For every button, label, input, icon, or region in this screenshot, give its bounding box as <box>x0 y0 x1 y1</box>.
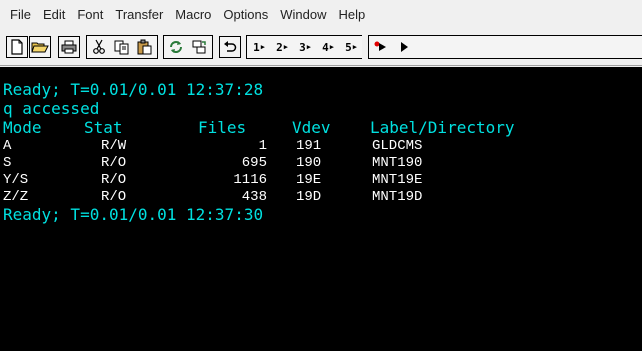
refresh-icon <box>170 41 182 53</box>
header-vdev: Vdev <box>292 118 331 137</box>
row-mode: Y/S <box>3 172 29 188</box>
paste-icon <box>137 39 152 55</box>
macro-1-button[interactable]: 1 ▶ <box>248 36 270 58</box>
row-vdev: 191 <box>296 138 322 154</box>
row-files: 695 <box>241 155 267 171</box>
paste-button[interactable] <box>134 36 156 58</box>
print-button[interactable] <box>58 36 80 58</box>
play-icon: ▶ <box>329 43 334 51</box>
toolbar: 1 ▶ 2 ▶ 3 ▶ 4 ▶ 5 ▶ <box>0 30 642 66</box>
macro-2-button[interactable]: 2 ▶ <box>271 36 293 58</box>
ready-status: Ready; T=0.01/0.01 12:37:30 <box>3 205 264 224</box>
refresh-button[interactable] <box>165 36 187 58</box>
macro-5-button[interactable]: 5 ▶ <box>340 36 362 58</box>
menu-help[interactable]: Help <box>332 0 371 30</box>
row-files: 438 <box>241 189 267 205</box>
new-file-button[interactable] <box>6 36 28 58</box>
header-label: Label/Directory <box>370 118 515 137</box>
accessed-line: q accessed <box>3 99 100 118</box>
row-mode: Z/Z <box>3 189 29 205</box>
menu-file[interactable]: File <box>0 0 37 30</box>
menu-options[interactable]: Options <box>217 0 274 30</box>
row-files: 1 <box>258 138 267 154</box>
play-macro-button[interactable] <box>393 36 415 58</box>
row-label: MNT19D <box>372 189 423 205</box>
row-stat: R/O <box>101 172 127 188</box>
menu-edit[interactable]: Edit <box>37 0 71 30</box>
row-label: GLDCMS <box>372 138 423 154</box>
row-files: 1116 <box>233 172 267 188</box>
menu-font[interactable]: Font <box>71 0 109 30</box>
new-file-icon <box>11 39 23 55</box>
row-mode: A <box>3 138 12 154</box>
menu-macro[interactable]: Macro <box>169 0 217 30</box>
header-stat: Stat <box>84 118 123 137</box>
record-icon <box>374 41 386 51</box>
row-stat: R/O <box>101 189 127 205</box>
play-icon: ▶ <box>352 43 357 51</box>
ready-status: Ready; T=0.01/0.01 12:37:28 <box>3 80 264 99</box>
row-stat: R/W <box>101 138 127 154</box>
record-macro-button[interactable] <box>370 36 392 58</box>
header-files: Files <box>198 118 247 137</box>
play-icon <box>401 42 408 52</box>
row-label: MNT19E <box>372 172 423 188</box>
undo-icon <box>224 41 237 52</box>
row-mode: S <box>3 155 12 171</box>
row-stat: R/O <box>101 155 127 171</box>
play-icon: ▶ <box>283 43 288 51</box>
copy-button[interactable] <box>111 36 133 58</box>
row-vdev: 190 <box>296 155 322 171</box>
send-receive-button[interactable] <box>188 36 210 58</box>
menu-transfer[interactable]: Transfer <box>109 0 169 30</box>
cut-button[interactable] <box>88 36 110 58</box>
terminal-screen[interactable]: Ready; T=0.01/0.01 12:37:28 q accessed M… <box>0 67 642 351</box>
open-button[interactable] <box>29 36 51 58</box>
copy-icon <box>114 40 129 55</box>
macro-3-button[interactable]: 3 ▶ <box>294 36 316 58</box>
row-label: MNT190 <box>372 155 423 171</box>
scissors-icon <box>93 39 105 54</box>
play-icon: ▶ <box>306 43 311 51</box>
row-vdev: 19E <box>296 172 322 188</box>
menu-bar: File Edit Font Transfer Macro Options Wi… <box>0 0 642 30</box>
menu-window[interactable]: Window <box>274 0 332 30</box>
undo-button[interactable] <box>219 36 241 58</box>
row-vdev: 19D <box>296 189 322 205</box>
open-folder-icon <box>31 42 49 53</box>
send-receive-icon <box>192 40 206 54</box>
macro-4-button[interactable]: 4 ▶ <box>317 36 339 58</box>
printer-icon <box>61 40 77 54</box>
play-icon: ▶ <box>260 43 265 51</box>
header-mode: Mode <box>3 118 42 137</box>
